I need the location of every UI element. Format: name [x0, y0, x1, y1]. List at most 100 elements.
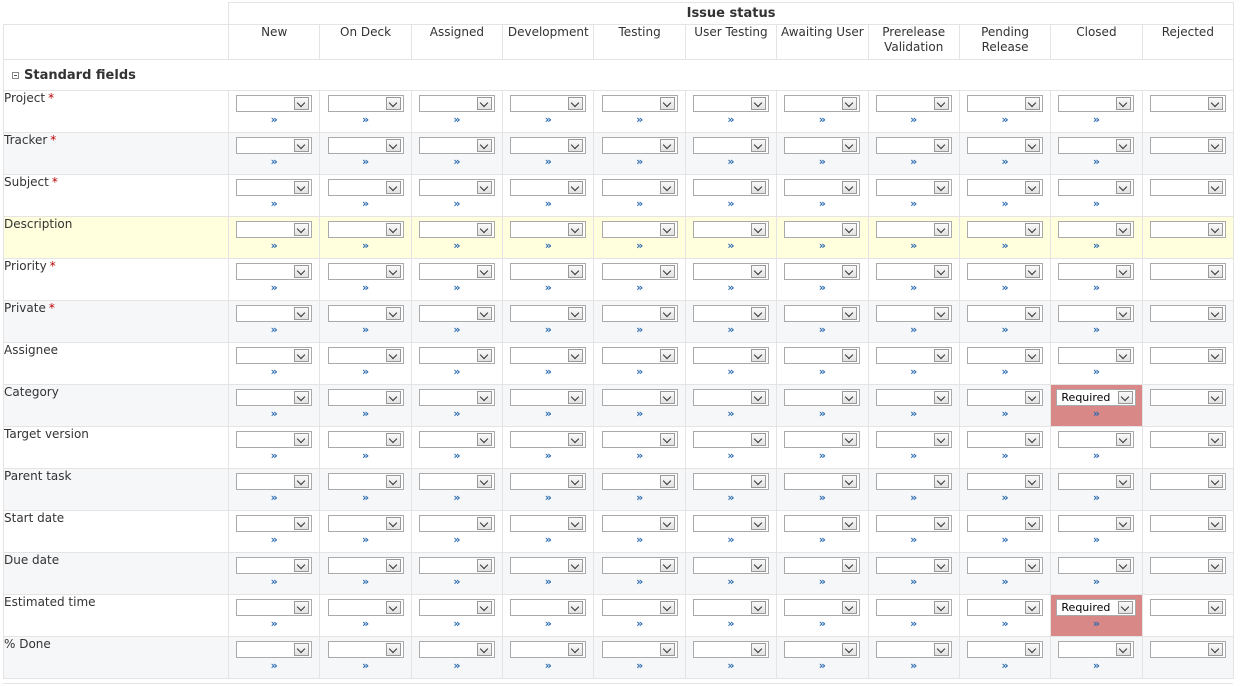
permission-select[interactable] — [967, 515, 1044, 532]
chevron-down-icon[interactable] — [933, 223, 949, 236]
apply-right-link[interactable]: » — [321, 448, 410, 464]
chevron-down-icon[interactable] — [294, 349, 310, 362]
chevron-down-icon[interactable] — [1207, 433, 1223, 446]
apply-right-link[interactable]: » — [230, 616, 319, 632]
permission-select[interactable] — [967, 137, 1044, 154]
apply-right-link[interactable]: » — [412, 112, 501, 128]
chevron-down-icon[interactable] — [385, 475, 401, 488]
apply-right-link[interactable]: » — [869, 322, 958, 338]
apply-right-link[interactable]: » — [321, 238, 410, 254]
apply-right-link[interactable]: » — [504, 154, 593, 170]
permission-select[interactable] — [875, 347, 952, 364]
apply-right-link[interactable]: » — [869, 238, 958, 254]
apply-right-link[interactable]: » — [595, 490, 684, 506]
permission-select[interactable] — [1149, 431, 1226, 448]
apply-right-link[interactable]: » — [230, 532, 319, 548]
apply-right-link[interactable]: » — [686, 532, 775, 548]
permission-select[interactable] — [875, 557, 952, 574]
chevron-down-icon[interactable] — [476, 601, 492, 614]
chevron-down-icon[interactable] — [842, 97, 858, 110]
permission-select[interactable] — [601, 95, 678, 112]
apply-right-link[interactable]: » — [686, 238, 775, 254]
apply-right-link[interactable]: » — [321, 322, 410, 338]
apply-right-link[interactable]: » — [778, 196, 867, 212]
permission-select[interactable] — [601, 137, 678, 154]
apply-right-link[interactable]: » — [321, 406, 410, 422]
chevron-down-icon[interactable] — [1207, 349, 1223, 362]
permission-select[interactable] — [875, 137, 952, 154]
permission-select[interactable] — [601, 557, 678, 574]
permission-select[interactable] — [327, 389, 404, 406]
apply-right-link[interactable]: » — [778, 280, 867, 296]
chevron-down-icon[interactable] — [385, 391, 401, 404]
permission-select[interactable] — [418, 599, 495, 616]
permission-select[interactable] — [692, 431, 769, 448]
apply-right-link[interactable]: » — [321, 490, 410, 506]
apply-right-link[interactable]: » — [960, 196, 1049, 212]
chevron-down-icon[interactable] — [750, 559, 766, 572]
apply-right-link[interactable]: » — [595, 574, 684, 590]
apply-right-link[interactable]: » — [778, 658, 867, 674]
chevron-down-icon[interactable] — [842, 433, 858, 446]
apply-right-link[interactable]: » — [869, 364, 958, 380]
chevron-down-icon[interactable] — [659, 181, 675, 194]
apply-right-link[interactable]: » — [869, 658, 958, 674]
apply-right-link[interactable]: » — [960, 490, 1049, 506]
chevron-down-icon[interactable] — [1207, 559, 1223, 572]
permission-select[interactable] — [418, 431, 495, 448]
chevron-down-icon[interactable] — [476, 265, 492, 278]
chevron-down-icon[interactable] — [750, 307, 766, 320]
chevron-down-icon[interactable] — [842, 643, 858, 656]
chevron-down-icon[interactable] — [385, 139, 401, 152]
chevron-down-icon[interactable] — [476, 97, 492, 110]
permission-select[interactable] — [510, 137, 587, 154]
chevron-down-icon[interactable] — [659, 433, 675, 446]
permission-select[interactable] — [967, 179, 1044, 196]
chevron-down-icon[interactable] — [385, 223, 401, 236]
chevron-down-icon[interactable] — [933, 139, 949, 152]
permission-select[interactable] — [236, 431, 313, 448]
apply-right-link[interactable]: » — [412, 658, 501, 674]
apply-right-link[interactable]: » — [869, 616, 958, 632]
apply-right-link[interactable]: » — [869, 196, 958, 212]
apply-right-link[interactable]: » — [504, 532, 593, 548]
permission-select[interactable] — [692, 95, 769, 112]
permission-select[interactable] — [510, 347, 587, 364]
chevron-down-icon[interactable] — [1025, 559, 1041, 572]
apply-right-link[interactable]: » — [686, 448, 775, 464]
apply-right-link[interactable]: » — [504, 112, 593, 128]
apply-right-link[interactable]: » — [412, 490, 501, 506]
chevron-down-icon[interactable] — [476, 433, 492, 446]
chevron-down-icon[interactable] — [1025, 601, 1041, 614]
apply-right-link[interactable]: » — [412, 406, 501, 422]
permission-select[interactable] — [1149, 557, 1226, 574]
permission-select[interactable] — [1058, 431, 1135, 448]
chevron-down-icon[interactable] — [1207, 307, 1223, 320]
permission-select[interactable] — [1058, 305, 1135, 322]
apply-right-link[interactable]: » — [686, 322, 775, 338]
permission-select[interactable] — [1058, 347, 1135, 364]
chevron-down-icon[interactable] — [385, 433, 401, 446]
chevron-down-icon[interactable] — [568, 601, 584, 614]
chevron-down-icon[interactable] — [933, 433, 949, 446]
apply-right-link[interactable]: » — [778, 448, 867, 464]
apply-right-link[interactable]: » — [1052, 154, 1141, 170]
permission-select[interactable] — [1058, 557, 1135, 574]
permission-select[interactable] — [1149, 473, 1226, 490]
apply-right-link[interactable]: » — [412, 238, 501, 254]
apply-right-link[interactable]: » — [412, 574, 501, 590]
apply-right-link[interactable]: » — [595, 616, 684, 632]
apply-right-link[interactable]: » — [1052, 238, 1141, 254]
chevron-down-icon[interactable] — [568, 643, 584, 656]
permission-select[interactable] — [1149, 599, 1226, 616]
chevron-down-icon[interactable] — [1025, 265, 1041, 278]
permission-select[interactable] — [784, 221, 861, 238]
chevron-down-icon[interactable] — [385, 97, 401, 110]
permission-select[interactable] — [967, 431, 1044, 448]
permission-select[interactable] — [1149, 515, 1226, 532]
apply-right-link[interactable]: » — [412, 448, 501, 464]
chevron-down-icon[interactable] — [1025, 139, 1041, 152]
chevron-down-icon[interactable] — [1116, 97, 1132, 110]
chevron-down-icon[interactable] — [659, 139, 675, 152]
permission-select[interactable] — [236, 389, 313, 406]
